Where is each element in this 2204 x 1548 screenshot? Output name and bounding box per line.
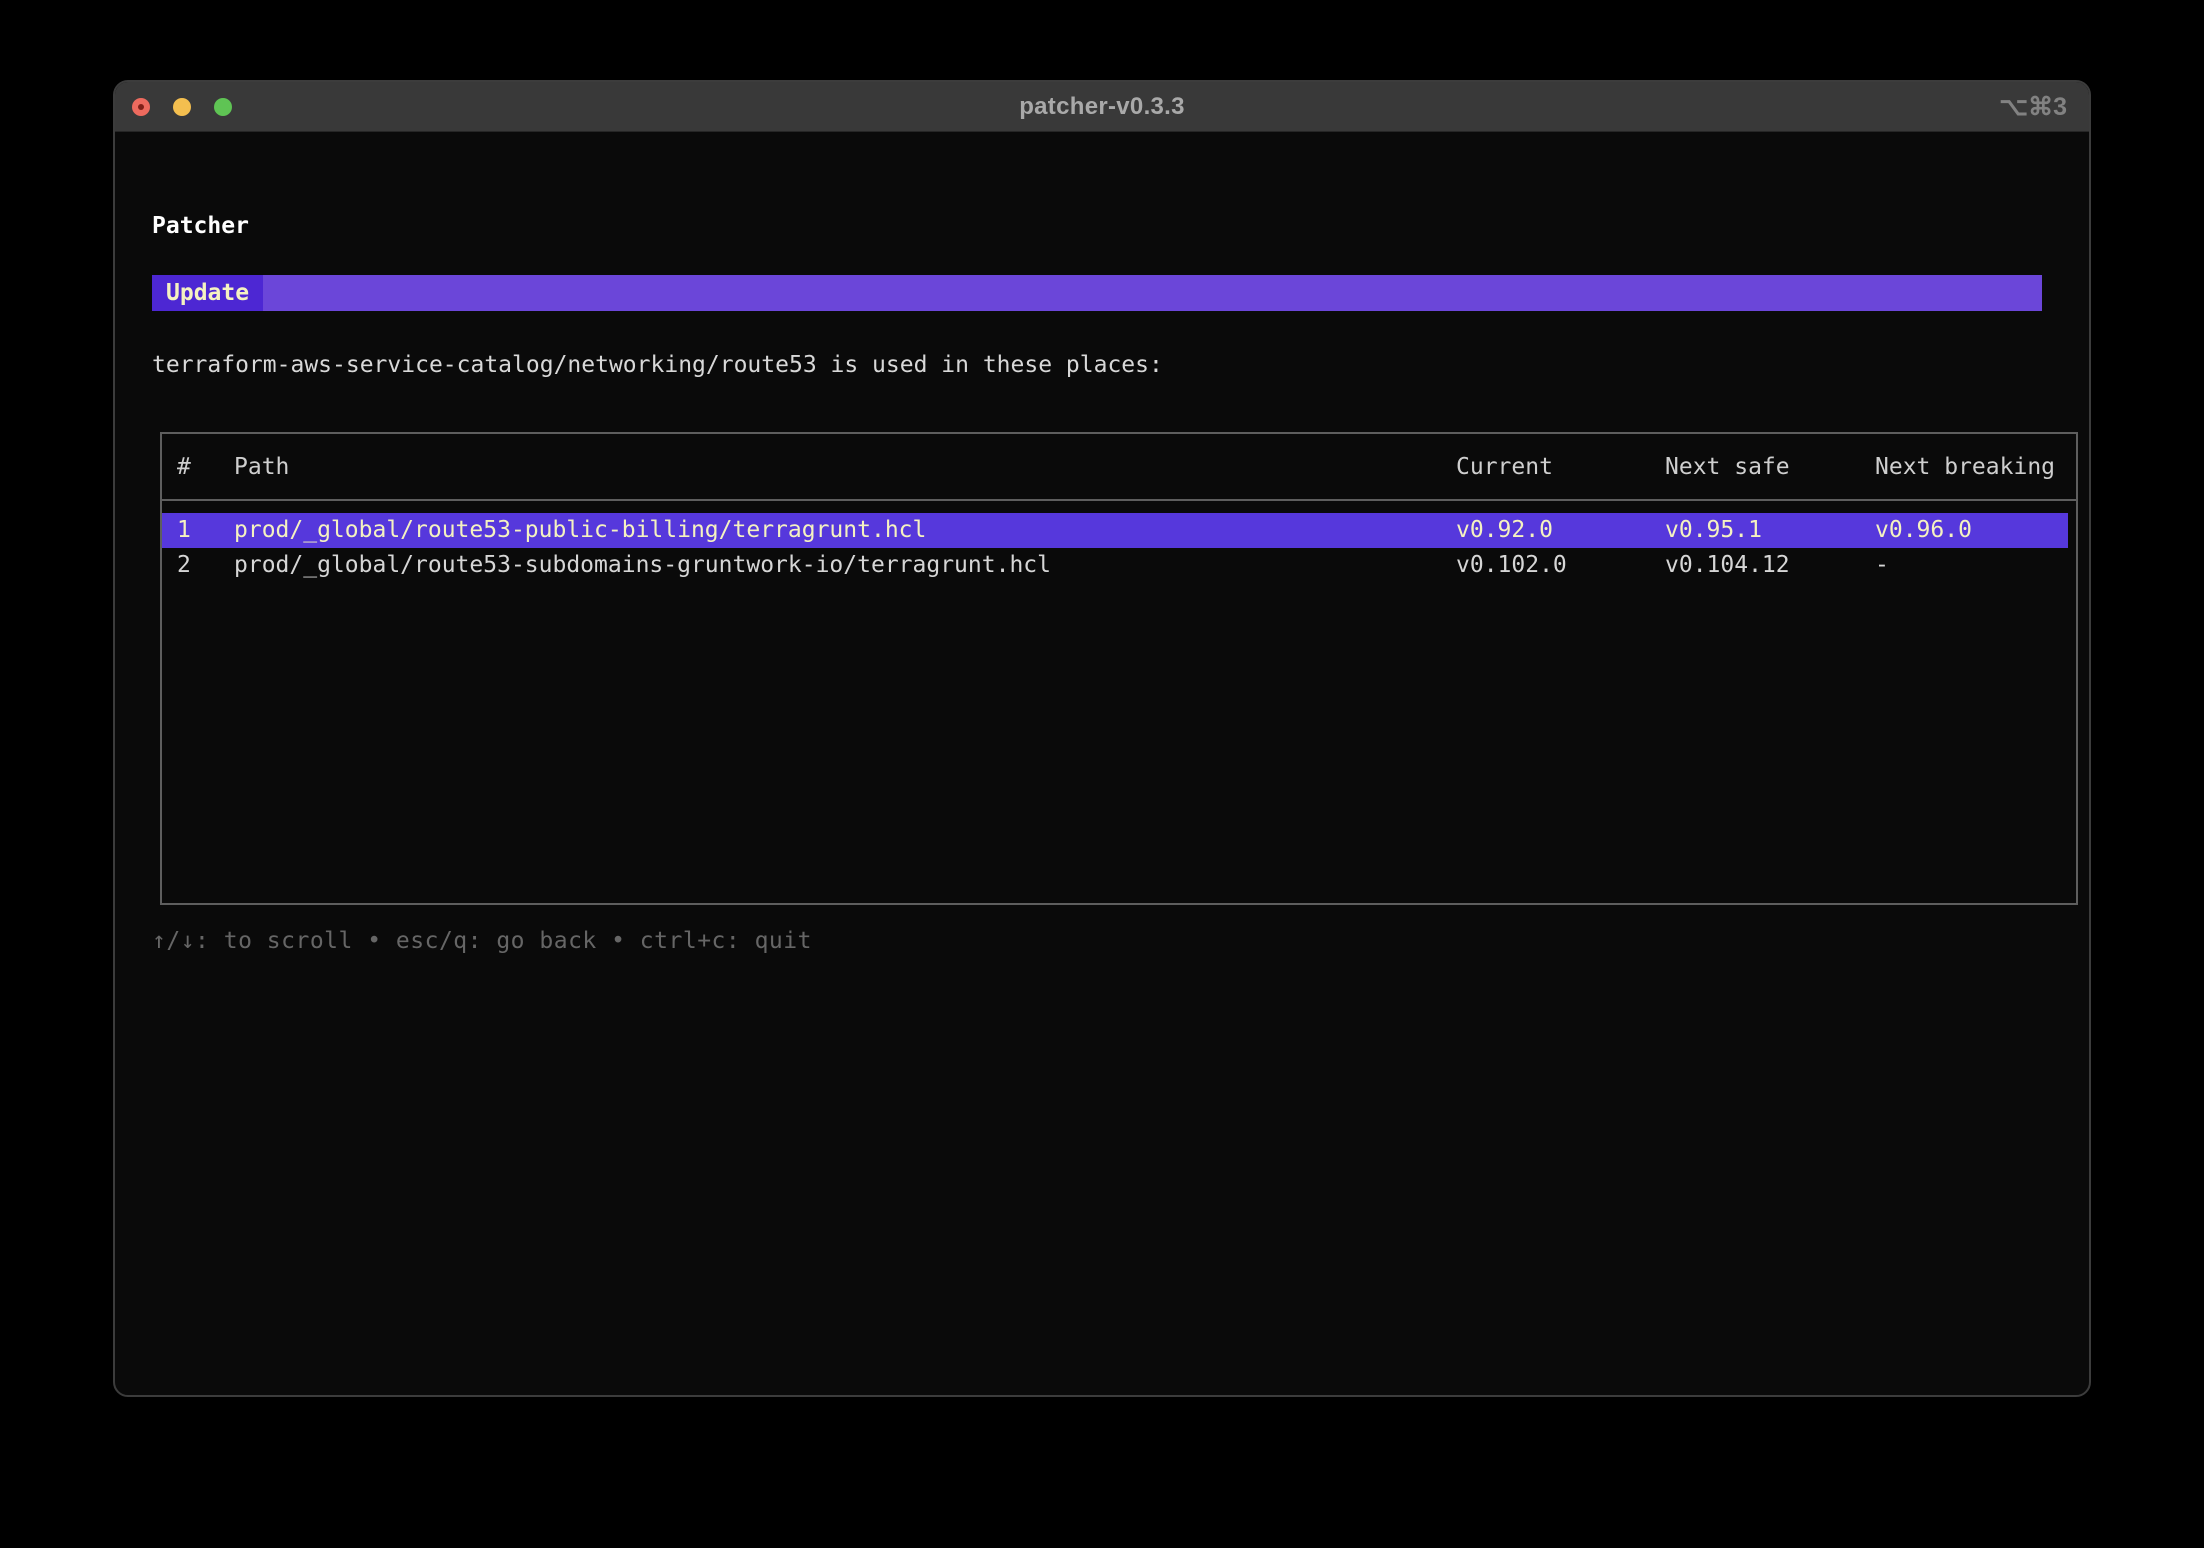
table-rows: 1 prod/_global/route53-public-billing/te… xyxy=(162,513,2076,583)
table-header: # Path Current Next safe Next breaking xyxy=(162,434,2076,500)
header-separator xyxy=(162,499,2076,501)
row-current-version: v0.102.0 xyxy=(1456,548,1567,583)
column-header-next-breaking: Next breaking xyxy=(1875,449,2055,485)
tab-bar: Update xyxy=(152,275,2042,311)
row-next-breaking-version: v0.96.0 xyxy=(1875,513,1972,548)
column-header-num: # xyxy=(177,449,191,485)
row-next-safe-version: v0.95.1 xyxy=(1665,513,1762,548)
column-header-path: Path xyxy=(234,449,289,485)
row-path: prod/_global/route53-subdomains-gruntwor… xyxy=(234,548,1051,583)
row-current-version: v0.92.0 xyxy=(1456,513,1553,548)
row-num: 1 xyxy=(177,513,191,548)
help-footer: ↑/↓: to scroll • esc/q: go back • ctrl+c… xyxy=(152,928,812,954)
row-num: 2 xyxy=(177,548,191,583)
table-row[interactable]: 1 prod/_global/route53-public-billing/te… xyxy=(162,513,2068,548)
row-next-safe-version: v0.104.12 xyxy=(1665,548,1790,583)
column-header-current: Current xyxy=(1456,449,1553,485)
window-shortcut-badge: ⌥⌘3 xyxy=(1999,82,2067,132)
titlebar[interactable]: patcher-v0.3.3 ⌥⌘3 xyxy=(115,82,2089,132)
terminal-content: Patcher Update terraform-aws-service-cat… xyxy=(115,133,2089,1395)
column-header-next-safe: Next safe xyxy=(1665,449,1790,485)
places-table: # Path Current Next safe Next breaking 1… xyxy=(160,432,2078,905)
app-heading: Patcher xyxy=(152,213,249,239)
terminal-window: patcher-v0.3.3 ⌥⌘3 Patcher Update terraf… xyxy=(113,80,2091,1397)
window-title: patcher-v0.3.3 xyxy=(115,82,2089,132)
usage-description: terraform-aws-service-catalog/networking… xyxy=(152,352,1163,378)
row-path: prod/_global/route53-public-billing/terr… xyxy=(234,513,926,548)
table-row[interactable]: 2 prod/_global/route53-subdomains-gruntw… xyxy=(162,548,2076,583)
row-next-breaking-version: - xyxy=(1875,548,1889,583)
tab-update[interactable]: Update xyxy=(152,275,263,311)
